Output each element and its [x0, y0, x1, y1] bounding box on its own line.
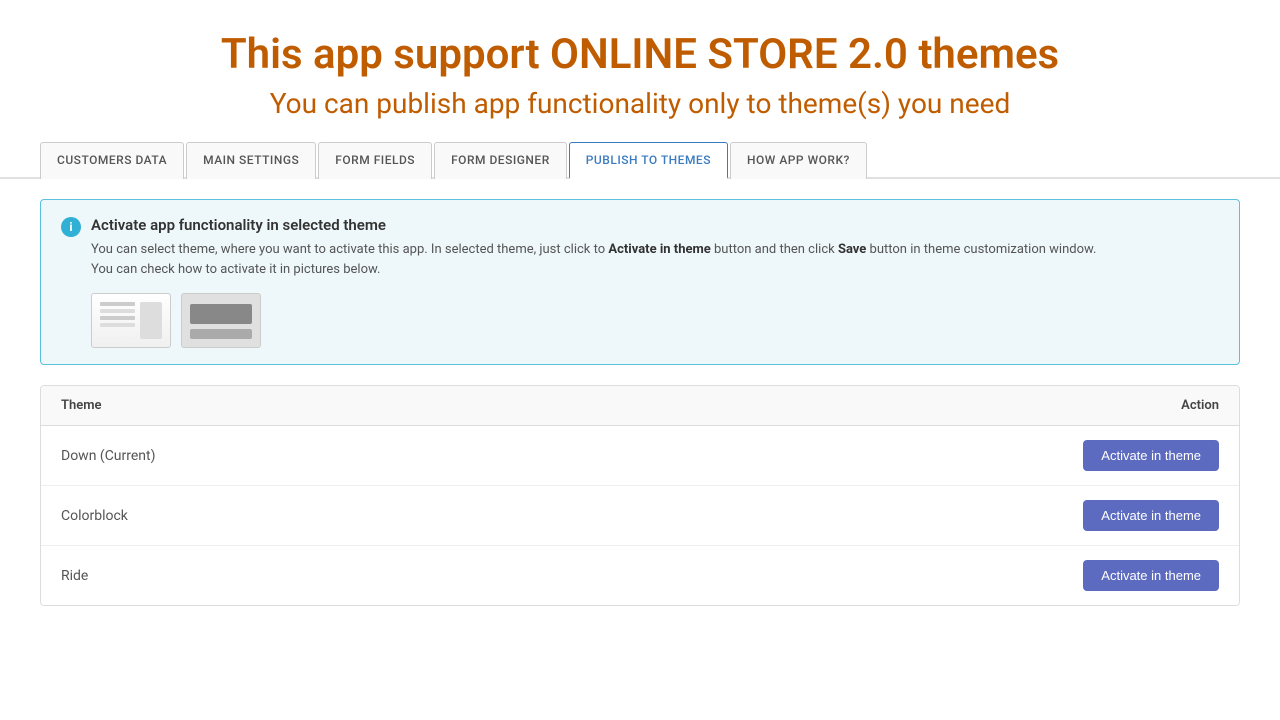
info-box-title: Activate app functionality in selected t…: [91, 216, 1096, 234]
thumbnail-2: [181, 293, 261, 348]
tab-how-app-work[interactable]: HOW APP WORK?: [730, 142, 867, 179]
info-text-bold2: Save: [838, 242, 866, 257]
info-text-middle: button and then click: [711, 242, 838, 257]
themes-table: Theme Action Down (Current) Activate in …: [40, 385, 1240, 606]
info-text-bold1: Activate in theme: [608, 242, 710, 257]
activate-theme-button-0[interactable]: Activate in theme: [1083, 440, 1219, 471]
info-box: i Activate app functionality in selected…: [40, 199, 1240, 365]
info-thumbnails: [91, 293, 1219, 348]
activate-theme-button-1[interactable]: Activate in theme: [1083, 500, 1219, 531]
tab-publish-to-themes[interactable]: PUBLISH TO THEMES: [569, 142, 728, 179]
theme-name-1: Colorblock: [61, 508, 128, 524]
tab-form-designer[interactable]: FORM DESIGNER: [434, 142, 567, 179]
activate-theme-button-2[interactable]: Activate in theme: [1083, 560, 1219, 591]
info-text-line2: You can check how to activate it in pict…: [91, 262, 380, 277]
tab-form-fields[interactable]: FORM FIELDS: [318, 142, 432, 179]
thumbnail-1: [91, 293, 171, 348]
table-header-action: Action: [1181, 398, 1219, 413]
tabs-nav: CUSTOMERS DATA MAIN SETTINGS FORM FIELDS…: [0, 140, 1280, 179]
tab-main-settings[interactable]: MAIN SETTINGS: [186, 142, 316, 179]
theme-name-2: Ride: [61, 568, 88, 584]
page-header: This app support ONLINE STORE 2.0 themes…: [0, 0, 1280, 140]
info-box-text: You can select theme, where you want to …: [91, 240, 1096, 279]
page-title: This app support ONLINE STORE 2.0 themes: [40, 30, 1240, 79]
table-header-theme: Theme: [61, 398, 102, 413]
table-header-row: Theme Action: [41, 386, 1239, 426]
tab-customers-data[interactable]: CUSTOMERS DATA: [40, 142, 184, 179]
info-text-before: You can select theme, where you want to …: [91, 242, 608, 257]
table-row: Down (Current) Activate in theme: [41, 426, 1239, 486]
theme-name-0: Down (Current): [61, 448, 156, 464]
info-icon: i: [61, 217, 81, 237]
info-text-after: button in theme customization window.: [866, 242, 1096, 257]
table-row: Ride Activate in theme: [41, 546, 1239, 605]
table-row: Colorblock Activate in theme: [41, 486, 1239, 546]
main-content: i Activate app functionality in selected…: [0, 179, 1280, 626]
page-subtitle: You can publish app functionality only t…: [40, 87, 1240, 120]
